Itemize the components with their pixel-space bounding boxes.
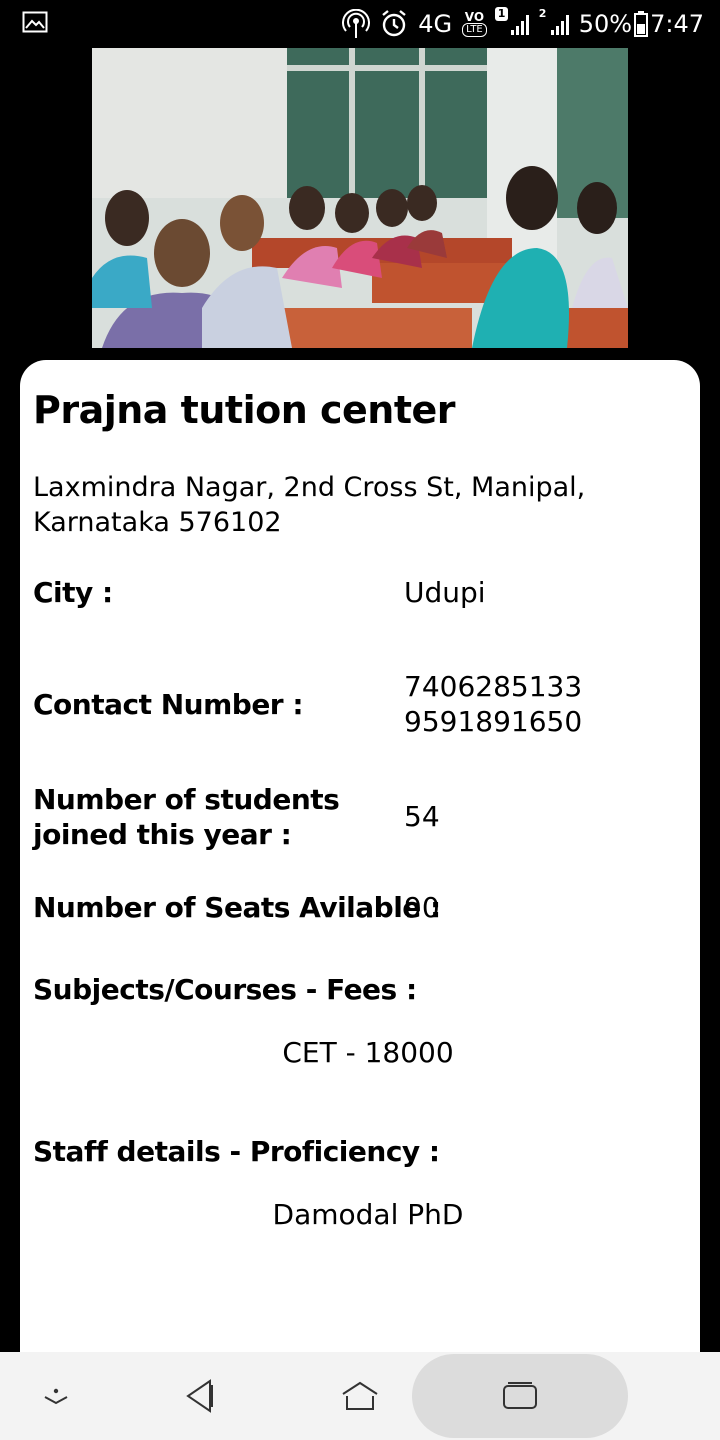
battery-icon: [634, 11, 649, 37]
center-name: Prajna tution center: [33, 388, 456, 432]
recents-icon[interactable]: [488, 1352, 552, 1440]
students-value: 54: [404, 800, 440, 833]
details-card: Prajna tution center Laxmindra Nagar, 2n…: [20, 360, 700, 1360]
contact-number-2[interactable]: 9591891650: [404, 704, 582, 739]
image-icon: [22, 11, 48, 33]
hide-keyboard-icon[interactable]: [24, 1352, 88, 1440]
network-type: 4G: [418, 10, 453, 38]
alarm-icon: [380, 9, 408, 39]
hotspot-icon: [342, 9, 371, 39]
sim2-signal-icon: 2: [539, 7, 569, 35]
center-address: Laxmindra Nagar, 2nd Cross St, Manipal, …: [33, 472, 586, 538]
staff-label: Staff details - Proficiency :: [33, 1135, 440, 1168]
sim2-badge: 2: [538, 7, 547, 20]
status-bar: 4G VO LTE 1 2 50% 7:47: [0, 0, 720, 48]
home-icon[interactable]: [326, 1352, 394, 1440]
volte-sub-label: LTE: [462, 23, 487, 37]
contact-number-1[interactable]: 7406285133: [404, 669, 582, 704]
subjects-value: CET - 18000: [282, 1036, 454, 1069]
city-label: City :: [33, 576, 113, 609]
sim1-badge: 1: [494, 7, 509, 21]
battery-percent: 50%: [578, 10, 633, 38]
students-label: Number of students joined this year :: [33, 783, 340, 851]
seats-value: 90: [404, 891, 440, 924]
staff-value: Damodal PhD: [272, 1198, 464, 1231]
volte-label: VO: [464, 10, 485, 24]
clock: 7:47: [650, 10, 704, 38]
navigation-bar: [0, 1352, 720, 1440]
volte-icon: VO LTE: [462, 11, 487, 37]
classroom-photo: [92, 48, 628, 348]
seats-label: Number of Seats Avilable :: [33, 891, 441, 924]
subjects-label: Subjects/Courses - Fees :: [33, 973, 417, 1006]
back-icon[interactable]: [168, 1352, 232, 1440]
sim1-signal-icon: 1: [494, 7, 529, 35]
city-value: Udupi: [404, 576, 486, 609]
contact-label: Contact Number :: [33, 688, 304, 721]
